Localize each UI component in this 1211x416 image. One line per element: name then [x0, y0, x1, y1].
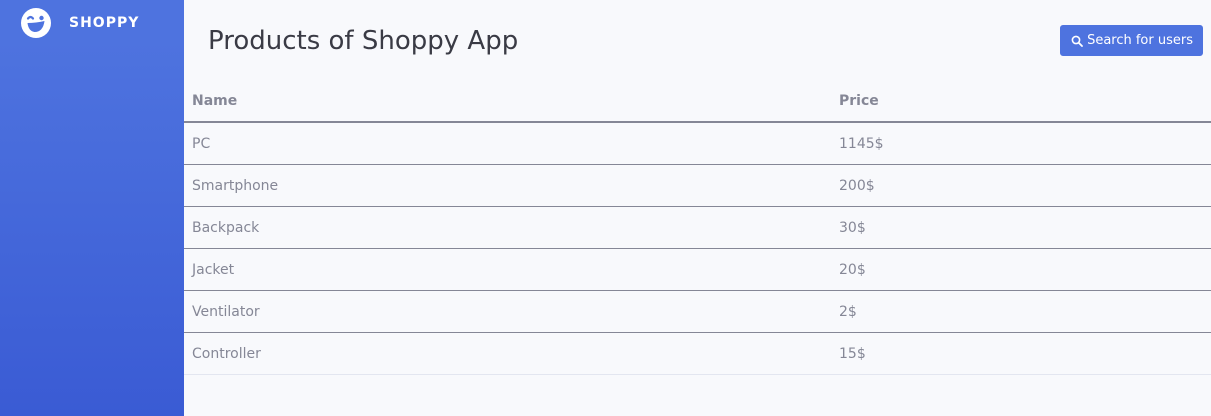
product-name-cell: Backpack [184, 206, 831, 249]
search-users-label: Search for users [1087, 33, 1193, 48]
product-name-cell: Smartphone [184, 164, 831, 207]
page-title: Products of Shoppy App [208, 26, 519, 56]
product-name-cell: Controller [184, 332, 831, 375]
search-icon [1071, 35, 1083, 47]
table-row: Ventilator 2$ [184, 290, 1211, 333]
products-table: Name Price PC 1145$ Smartphone 200$ Back… [184, 80, 1211, 375]
sidebar: SHOPPY [0, 0, 184, 416]
table-row: Backpack 30$ [184, 206, 1211, 249]
main-content: Products of Shoppy App Search for users … [184, 0, 1211, 416]
column-header-name: Name [184, 80, 831, 123]
product-name-cell: Jacket [184, 248, 831, 291]
brand-name: SHOPPY [69, 15, 140, 31]
laughing-face-icon [20, 7, 52, 39]
search-users-button[interactable]: Search for users [1060, 25, 1203, 56]
product-price-cell: 20$ [831, 248, 1211, 291]
product-price-cell: 15$ [831, 332, 1211, 375]
table-row: Jacket 20$ [184, 248, 1211, 291]
product-price-cell: 30$ [831, 206, 1211, 249]
column-header-price: Price [831, 80, 1211, 123]
table-row: Smartphone 200$ [184, 164, 1211, 207]
table-row: PC 1145$ [184, 122, 1211, 165]
product-price-cell: 2$ [831, 290, 1211, 333]
table-row: Controller 15$ [184, 332, 1211, 375]
product-price-cell: 1145$ [831, 122, 1211, 165]
sidebar-brand[interactable]: SHOPPY [20, 7, 139, 39]
product-name-cell: PC [184, 122, 831, 165]
product-name-cell: Ventilator [184, 290, 831, 333]
product-price-cell: 200$ [831, 164, 1211, 207]
table-header-row: Name Price [184, 80, 1211, 123]
